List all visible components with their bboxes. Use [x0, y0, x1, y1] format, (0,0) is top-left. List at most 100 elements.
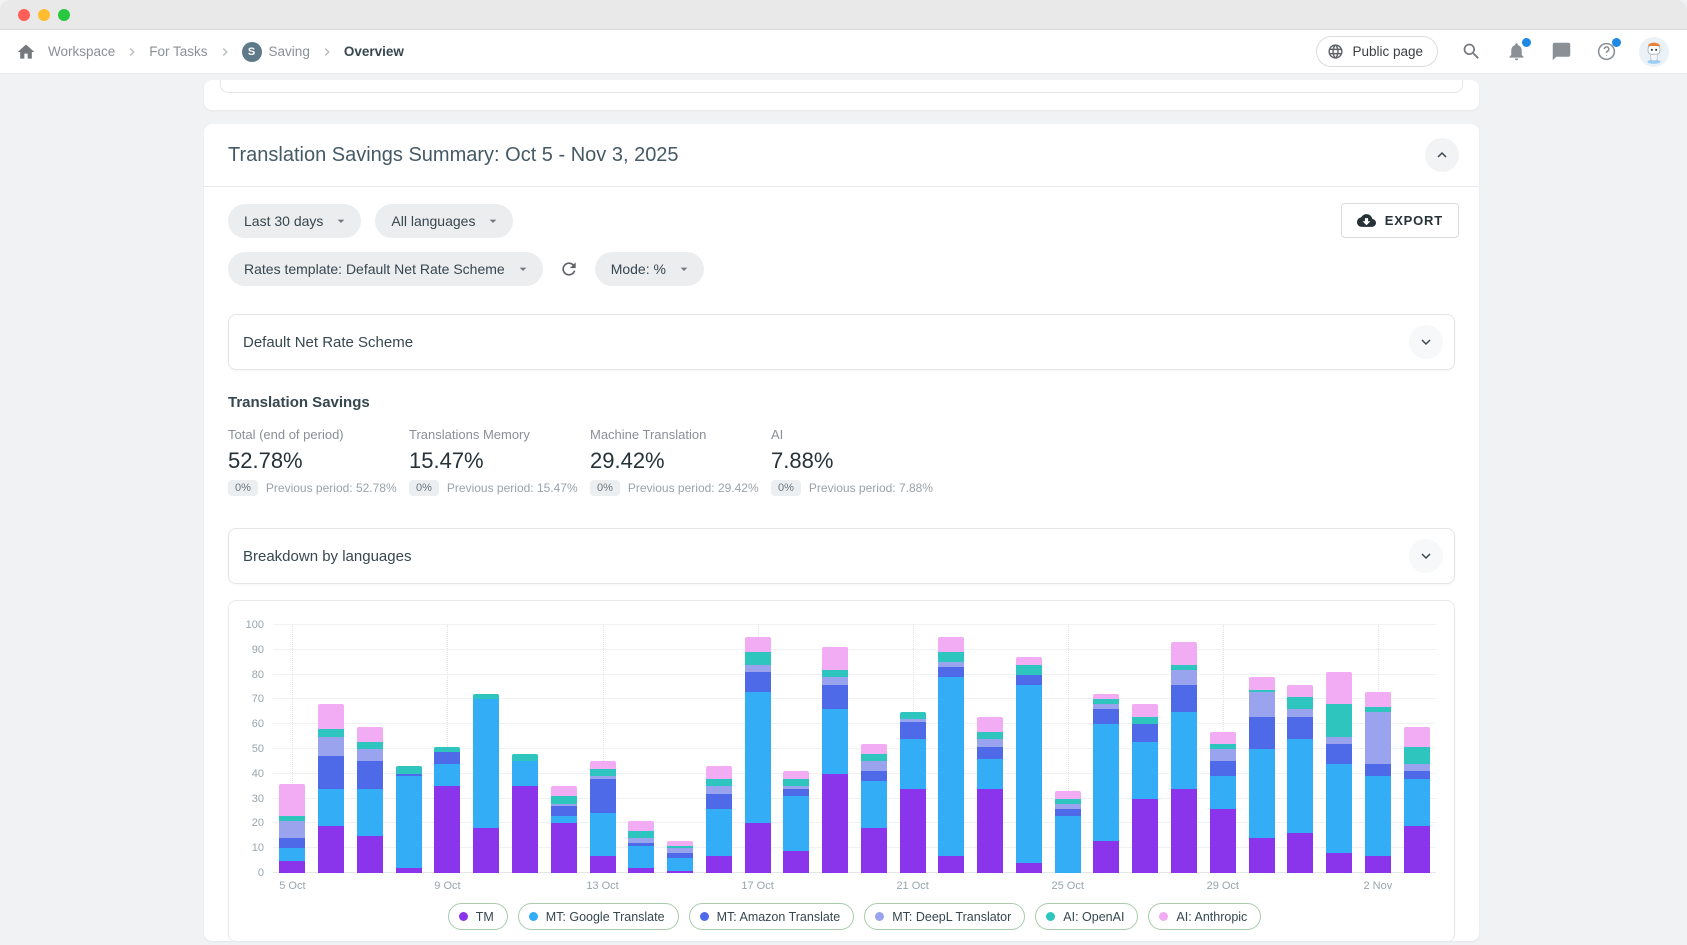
- segment-ai-anthropic[interactable]: [1249, 677, 1275, 689]
- stacked-bar[interactable]: [1287, 685, 1313, 873]
- stacked-bar[interactable]: [1132, 704, 1158, 873]
- stacked-bar[interactable]: [900, 712, 926, 873]
- segment-mt-deepl-translator[interactable]: [1404, 764, 1430, 771]
- segment-mt-google-translate[interactable]: [434, 764, 460, 786]
- segment-ai-anthropic[interactable]: [1326, 672, 1352, 704]
- segment-tm[interactable]: [590, 856, 616, 873]
- segment-mt-google-translate[interactable]: [706, 809, 732, 856]
- segment-tm[interactable]: [706, 856, 732, 873]
- search-icon[interactable]: [1459, 40, 1483, 64]
- segment-mt-amazon-translate[interactable]: [1132, 724, 1158, 741]
- segment-tm[interactable]: [396, 868, 422, 873]
- segment-ai-anthropic[interactable]: [1287, 685, 1313, 697]
- export-button[interactable]: EXPORT: [1341, 203, 1459, 238]
- segment-tm[interactable]: [318, 826, 344, 873]
- segment-tm[interactable]: [1249, 838, 1275, 873]
- segment-tm[interactable]: [357, 836, 383, 873]
- segment-tm[interactable]: [512, 786, 538, 873]
- stacked-bar[interactable]: [783, 771, 809, 873]
- segment-ai-anthropic[interactable]: [1210, 732, 1236, 744]
- segment-mt-amazon-translate[interactable]: [861, 771, 887, 781]
- stacked-bar[interactable]: [1055, 791, 1081, 873]
- segment-ai-anthropic[interactable]: [783, 771, 809, 778]
- rates-template-select[interactable]: Rates template: Default Net Rate Scheme: [228, 252, 543, 286]
- segment-ai-anthropic[interactable]: [706, 766, 732, 778]
- segment-mt-amazon-translate[interactable]: [1210, 761, 1236, 776]
- stacked-bar[interactable]: [1404, 727, 1430, 873]
- segment-ai-anthropic[interactable]: [318, 704, 344, 729]
- segment-tm[interactable]: [783, 851, 809, 873]
- stacked-bar[interactable]: [1093, 694, 1119, 873]
- segment-mt-deepl-translator[interactable]: [1171, 670, 1197, 685]
- segment-mt-google-translate[interactable]: [861, 781, 887, 828]
- segment-ai-openai[interactable]: [938, 652, 964, 662]
- segment-tm[interactable]: [1093, 841, 1119, 873]
- segment-ai-openai[interactable]: [1326, 704, 1352, 736]
- stacked-bar[interactable]: [1016, 657, 1042, 873]
- segment-mt-amazon-translate[interactable]: [1249, 717, 1275, 749]
- stacked-bar[interactable]: [822, 647, 848, 873]
- segment-mt-amazon-translate[interactable]: [279, 838, 305, 848]
- segment-ai-openai[interactable]: [590, 769, 616, 776]
- segment-mt-google-translate[interactable]: [279, 848, 305, 860]
- segment-tm[interactable]: [473, 828, 499, 873]
- segment-mt-google-translate[interactable]: [473, 699, 499, 828]
- segment-mt-deepl-translator[interactable]: [1287, 709, 1313, 716]
- segment-ai-anthropic[interactable]: [1016, 657, 1042, 664]
- stacked-bar[interactable]: [667, 841, 693, 873]
- chat-icon[interactable]: [1549, 40, 1573, 64]
- segment-mt-deepl-translator[interactable]: [1365, 712, 1391, 764]
- segment-tm[interactable]: [1016, 863, 1042, 873]
- date-range-select[interactable]: Last 30 days: [228, 204, 361, 238]
- segment-mt-amazon-translate[interactable]: [900, 722, 926, 739]
- segment-tm[interactable]: [977, 789, 1003, 873]
- legend-item-mt-amazon-translate[interactable]: MT: Amazon Translate: [689, 903, 855, 930]
- segment-ai-anthropic[interactable]: [977, 717, 1003, 732]
- segment-tm[interactable]: [279, 861, 305, 873]
- segment-tm[interactable]: [551, 823, 577, 873]
- segment-tm[interactable]: [1326, 853, 1352, 873]
- segment-tm[interactable]: [628, 868, 654, 873]
- segment-mt-deepl-translator[interactable]: [822, 677, 848, 684]
- segment-ai-openai[interactable]: [822, 670, 848, 677]
- segment-mt-deepl-translator[interactable]: [861, 761, 887, 771]
- segment-mt-google-translate[interactable]: [900, 739, 926, 789]
- segment-tm[interactable]: [1210, 809, 1236, 873]
- segment-ai-openai[interactable]: [861, 754, 887, 761]
- stacked-bar[interactable]: [279, 784, 305, 873]
- segment-tm[interactable]: [900, 789, 926, 873]
- public-page-button[interactable]: Public page: [1316, 36, 1438, 67]
- segment-ai-openai[interactable]: [900, 712, 926, 719]
- segment-ai-openai[interactable]: [628, 831, 654, 838]
- segment-ai-anthropic[interactable]: [861, 744, 887, 754]
- segment-mt-google-translate[interactable]: [667, 858, 693, 870]
- segment-mt-amazon-translate[interactable]: [551, 806, 577, 816]
- segment-mt-google-translate[interactable]: [1132, 742, 1158, 799]
- segment-mt-amazon-translate[interactable]: [1055, 809, 1081, 816]
- stacked-bar[interactable]: [396, 766, 422, 873]
- segment-mt-google-translate[interactable]: [783, 796, 809, 851]
- segment-ai-anthropic[interactable]: [628, 821, 654, 831]
- segment-ai-openai[interactable]: [1132, 717, 1158, 724]
- segment-tm[interactable]: [1365, 856, 1391, 873]
- segment-mt-amazon-translate[interactable]: [1287, 717, 1313, 739]
- segment-mt-amazon-translate[interactable]: [1093, 709, 1119, 724]
- segment-ai-openai[interactable]: [783, 779, 809, 786]
- segment-tm[interactable]: [861, 828, 887, 873]
- segment-mt-amazon-translate[interactable]: [1171, 685, 1197, 712]
- stacked-bar[interactable]: [1365, 692, 1391, 873]
- segment-mt-amazon-translate[interactable]: [745, 672, 771, 692]
- segment-mt-google-translate[interactable]: [1249, 749, 1275, 838]
- segment-ai-openai[interactable]: [1016, 665, 1042, 675]
- segment-mt-amazon-translate[interactable]: [783, 789, 809, 796]
- stacked-bar[interactable]: [590, 761, 616, 873]
- segment-ai-anthropic[interactable]: [745, 637, 771, 652]
- segment-mt-deepl-translator[interactable]: [357, 749, 383, 761]
- close-window-button[interactable]: [18, 9, 30, 21]
- maximize-window-button[interactable]: [58, 9, 70, 21]
- stacked-bar[interactable]: [977, 717, 1003, 873]
- segment-ai-openai[interactable]: [1404, 747, 1430, 764]
- breadcrumb-item-overview[interactable]: Overview: [344, 44, 404, 59]
- segment-ai-anthropic[interactable]: [1365, 692, 1391, 707]
- stacked-bar[interactable]: [512, 754, 538, 873]
